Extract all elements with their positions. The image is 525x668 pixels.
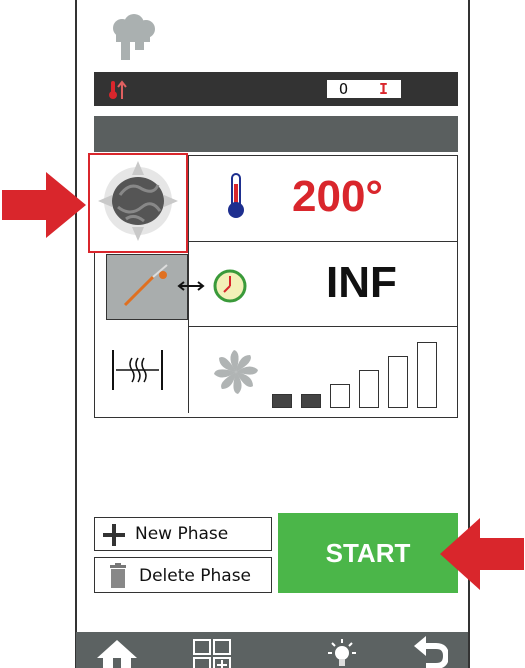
annotation-arrow-right (440, 518, 524, 590)
temperature-value[interactable]: 200° (292, 172, 383, 222)
delete-phase-button[interactable]: Delete Phase (94, 557, 272, 593)
programs-grid-icon[interactable] (192, 638, 236, 668)
new-phase-button[interactable]: New Phase (94, 517, 272, 551)
fan-level-bar[interactable] (417, 342, 437, 408)
fan-level-bar[interactable] (388, 356, 408, 408)
power-toggle[interactable]: O I (326, 79, 402, 99)
trash-icon (110, 563, 126, 588)
phase-header-bar (94, 116, 458, 152)
toggle-off-label: O (339, 80, 349, 98)
home-icon[interactable] (95, 638, 139, 668)
fan-speed-selector[interactable] (270, 338, 448, 410)
fan-level-bar[interactable] (301, 394, 321, 408)
timer-icon[interactable] (212, 268, 248, 304)
annotation-arrow-left (2, 172, 86, 238)
fan-level-bar[interactable] (272, 394, 292, 408)
light-bulb-icon[interactable] (322, 638, 362, 668)
convection-steam-icon (98, 161, 178, 241)
time-value[interactable]: INF (326, 258, 397, 308)
thermometer-icon[interactable] (224, 172, 248, 220)
core-probe-icon (123, 264, 168, 307)
link-arrows-icon (177, 281, 205, 291)
delete-phase-label: Delete Phase (139, 566, 252, 586)
status-bar (94, 72, 458, 106)
back-arrow-icon[interactable] (412, 636, 448, 668)
start-button[interactable]: START (278, 513, 458, 593)
plus-icon (103, 524, 125, 546)
fan-level-bar[interactable] (330, 384, 350, 408)
fan-level-bar[interactable] (359, 370, 379, 408)
temperature-up-icon (109, 80, 127, 99)
cooking-mode-button[interactable] (88, 153, 188, 253)
fan-icon (214, 350, 258, 394)
toggle-on-label: I (379, 80, 389, 98)
panel-divider (188, 241, 458, 242)
new-phase-label: New Phase (135, 524, 229, 544)
humidity-damper-icon[interactable] (110, 348, 166, 392)
panel-divider (188, 326, 458, 327)
chef-hat-icon (113, 14, 155, 60)
